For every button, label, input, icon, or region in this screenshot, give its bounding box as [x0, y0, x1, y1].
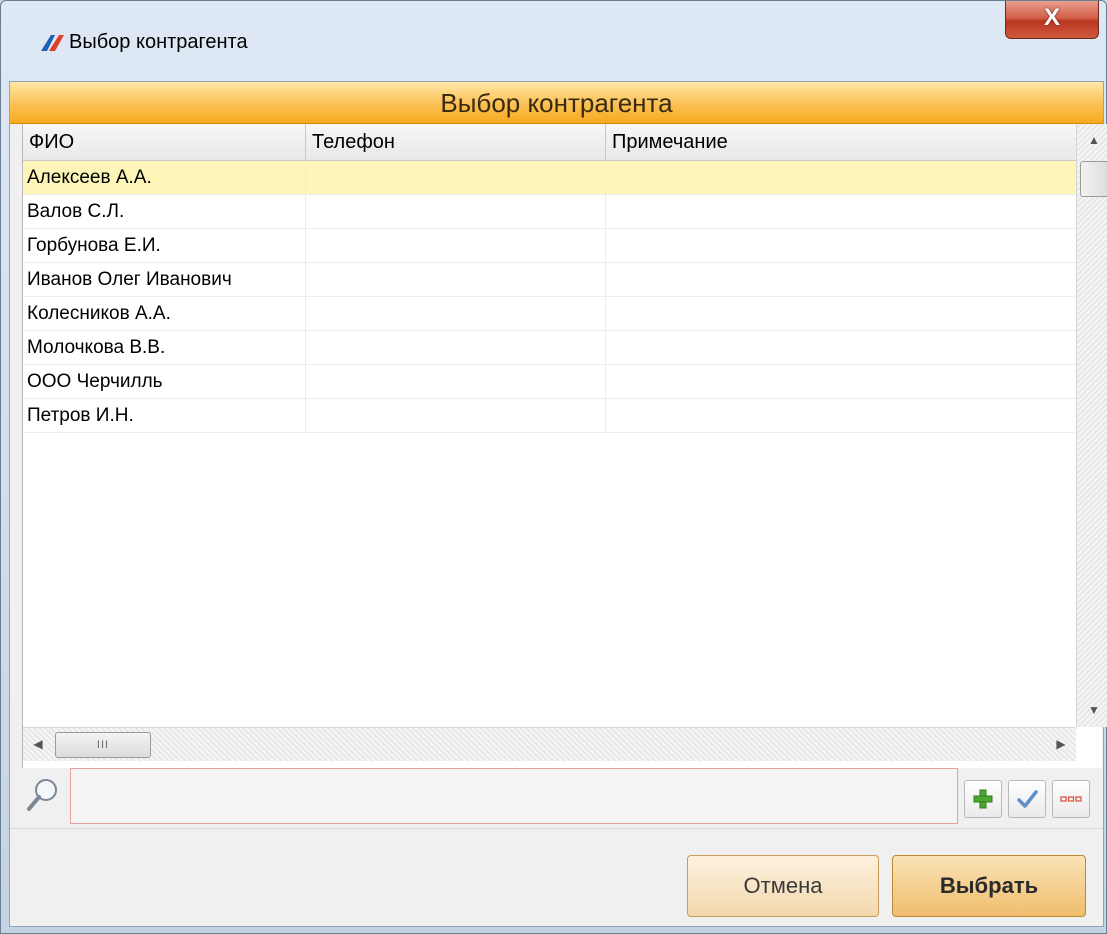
checkmark-icon — [1017, 790, 1038, 808]
column-header-note[interactable]: Примечание — [606, 124, 1076, 161]
contractor-table: ФИО Телефон Примечание Алексеев А.А. Вало… — [22, 124, 1107, 768]
cell-note — [606, 331, 1076, 365]
table-row[interactable]: Иванов Олег Иванович — [23, 263, 1076, 297]
column-header-name[interactable]: ФИО — [23, 124, 306, 161]
dialog-window: Выбор контрагента X Выбор контрагента ФИ… — [0, 0, 1107, 934]
vertical-scrollbar[interactable]: ▲ ▼ — [1076, 124, 1107, 727]
scroll-right-arrow-icon[interactable]: ▶ — [1046, 728, 1076, 761]
title-bar: Выбор контрагента X — [1, 1, 1106, 81]
cell-name: Молочкова В.В. — [23, 331, 306, 365]
window-title: Выбор контрагента — [69, 31, 248, 53]
cell-phone — [306, 263, 606, 297]
horizontal-scrollbar[interactable]: ◀ III ▶ — [23, 727, 1076, 761]
cell-note — [606, 229, 1076, 263]
cell-phone — [306, 297, 606, 331]
cell-name: Петров И.Н. — [23, 399, 306, 433]
table-row[interactable]: Горбунова Е.И. — [23, 229, 1076, 263]
cell-phone — [306, 229, 606, 263]
more-options-button[interactable] — [1052, 780, 1090, 818]
scroll-left-arrow-icon[interactable]: ◀ — [23, 728, 53, 761]
table-row[interactable]: Валов С.Л. — [23, 195, 1076, 229]
cell-name: Иванов Олег Иванович — [23, 263, 306, 297]
scroll-down-arrow-icon[interactable]: ▼ — [1077, 694, 1107, 727]
cell-name: Горбунова Е.И. — [23, 229, 306, 263]
search-input[interactable] — [70, 768, 958, 824]
close-button[interactable]: X — [1005, 1, 1099, 39]
cell-note — [606, 161, 1076, 195]
search-icon — [27, 779, 57, 811]
table-row[interactable]: ООО Черчилль — [23, 365, 1076, 399]
cell-note — [606, 399, 1076, 433]
add-button[interactable] — [964, 780, 1002, 818]
table-body: Алексеев А.А. Валов С.Л. Горбунова Е.И. Ива… — [23, 161, 1076, 433]
cell-note — [606, 263, 1076, 297]
cell-note — [606, 297, 1076, 331]
search-bar — [18, 768, 1103, 824]
client-area: Выбор контрагента ФИО Телефон Примечание… — [9, 81, 1107, 927]
select-button[interactable]: Выбрать — [892, 855, 1086, 917]
confirm-button[interactable] — [1008, 780, 1046, 818]
table-header: ФИО Телефон Примечание — [23, 124, 1076, 161]
cell-name: ООО Черчилль — [23, 365, 306, 399]
table-row[interactable]: Петров И.Н. — [23, 399, 1076, 433]
ellipsis-icon — [1060, 796, 1082, 802]
plus-icon — [973, 789, 993, 809]
cell-note — [606, 195, 1076, 229]
cell-name: Колесников А.А. — [23, 297, 306, 331]
table-row[interactable]: Молочкова В.В. — [23, 331, 1076, 365]
cell-name: Валов С.Л. — [23, 195, 306, 229]
cell-phone — [306, 161, 606, 195]
vertical-scroll-thumb[interactable] — [1080, 161, 1107, 197]
cell-phone — [306, 365, 606, 399]
cancel-button[interactable]: Отмена — [687, 855, 879, 917]
cell-phone — [306, 195, 606, 229]
app-logo-icon — [41, 35, 64, 51]
cell-phone — [306, 331, 606, 365]
page-title: Выбор контрагента — [10, 82, 1103, 124]
table-row[interactable]: Алексеев А.А. — [23, 161, 1076, 195]
cell-note — [606, 365, 1076, 399]
cell-name: Алексеев А.А. — [23, 161, 306, 195]
column-header-phone[interactable]: Телефон — [306, 124, 606, 161]
table-row[interactable]: Колесников А.А. — [23, 297, 1076, 331]
cell-phone — [306, 399, 606, 433]
scroll-up-arrow-icon[interactable]: ▲ — [1077, 124, 1107, 157]
dialog-footer: Отмена Выбрать — [10, 828, 1103, 926]
horizontal-scroll-thumb[interactable]: III — [55, 732, 151, 758]
